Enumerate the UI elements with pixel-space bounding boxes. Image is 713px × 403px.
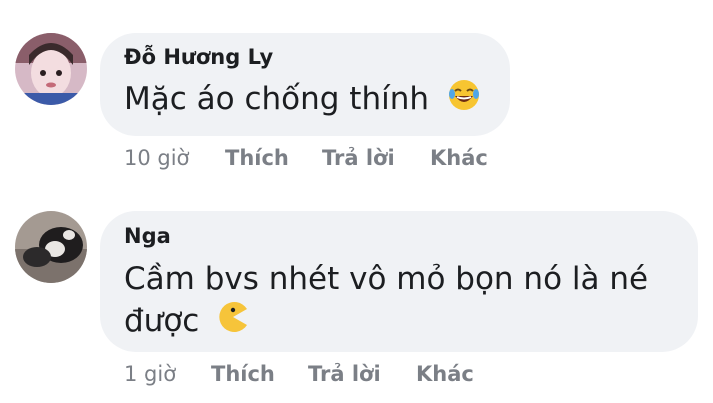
laughing-tears-emoji-icon (447, 78, 481, 123)
like-button[interactable]: Thích (211, 362, 275, 386)
avatar[interactable] (15, 211, 87, 283)
comment-text-line-1: Cầm bvs nhét vô mỏ bọn nó là né (124, 261, 649, 297)
reply-button[interactable]: Trả lời (322, 146, 395, 170)
comment-text-body: Mặc áo chống thính (124, 81, 430, 117)
avatar[interactable] (15, 33, 87, 105)
comment-text-body: được (124, 303, 200, 339)
avatar-photo-icon (15, 33, 87, 105)
more-button[interactable]: Khác (416, 362, 474, 386)
like-button[interactable]: Thích (225, 146, 289, 170)
comment-text-line-2: được (124, 300, 249, 344)
comment-author[interactable]: Nga (124, 224, 171, 248)
comment-timestamp[interactable]: 1 giờ (124, 362, 176, 386)
comment-text: Mặc áo chống thính (124, 78, 481, 123)
pacman-emoji-icon (217, 301, 249, 344)
more-button[interactable]: Khác (430, 146, 488, 170)
reply-button[interactable]: Trả lời (308, 362, 381, 386)
comment-author[interactable]: Đỗ Hương Ly (124, 45, 273, 69)
comment-bubble: Đỗ Hương Ly Mặc áo chống thính (100, 33, 510, 136)
avatar-photo-icon (15, 211, 87, 283)
comment-timestamp[interactable]: 10 giờ (124, 146, 189, 170)
comment-bubble: Nga Cầm bvs nhét vô mỏ bọn nó là né được (100, 211, 698, 352)
